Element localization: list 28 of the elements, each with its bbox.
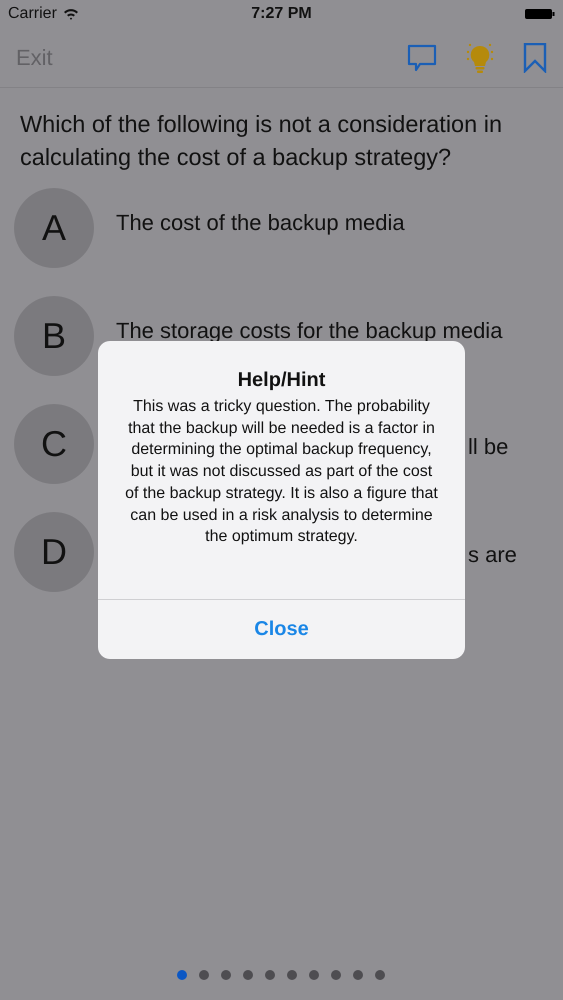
status-time: 7:27 PM xyxy=(251,5,312,23)
page-dot[interactable] xyxy=(242,970,252,980)
answer-option-button[interactable]: A xyxy=(14,188,94,268)
answer-text: s are xyxy=(468,542,517,568)
answer-option-button[interactable]: C xyxy=(14,404,94,484)
bookmark-icon[interactable] xyxy=(523,42,547,72)
page-dot[interactable] xyxy=(220,970,230,980)
question-text: Which of the following is not a consideration in calculating the cost of a backup strategy? xyxy=(20,110,504,172)
carrier-label: Carrier xyxy=(8,5,57,23)
answer-option-button[interactable]: D xyxy=(14,512,94,592)
page-dot[interactable] xyxy=(286,970,296,980)
page-dot[interactable] xyxy=(176,970,186,980)
dialog-message: This was a tricky question. The probability that the backup will be needed is a factor in determining the optimal backup frequency, but it was not discussed as part of the cost of the backup strategy. It is also a figure that can be used in a risk analysis to determine the optimum strategy. xyxy=(124,397,439,548)
answer-text: The cost of the backup media xyxy=(116,210,405,236)
page-dot[interactable] xyxy=(352,970,362,980)
answer-text: The storage costs for the backup media xyxy=(116,318,502,344)
page-dot[interactable] xyxy=(330,970,340,980)
close-button[interactable]: Close xyxy=(98,600,465,659)
answer-option-button[interactable]: B xyxy=(14,296,94,376)
comment-icon[interactable] xyxy=(407,44,437,72)
dialog-title: Help/Hint xyxy=(238,369,326,392)
page-dot[interactable] xyxy=(264,970,274,980)
page-dot[interactable] xyxy=(374,970,384,980)
page-dot[interactable] xyxy=(198,970,208,980)
wifi-icon xyxy=(62,8,79,20)
battery-icon xyxy=(525,8,555,20)
page-dot[interactable] xyxy=(308,970,318,980)
answer-text: ll be xyxy=(468,434,508,460)
